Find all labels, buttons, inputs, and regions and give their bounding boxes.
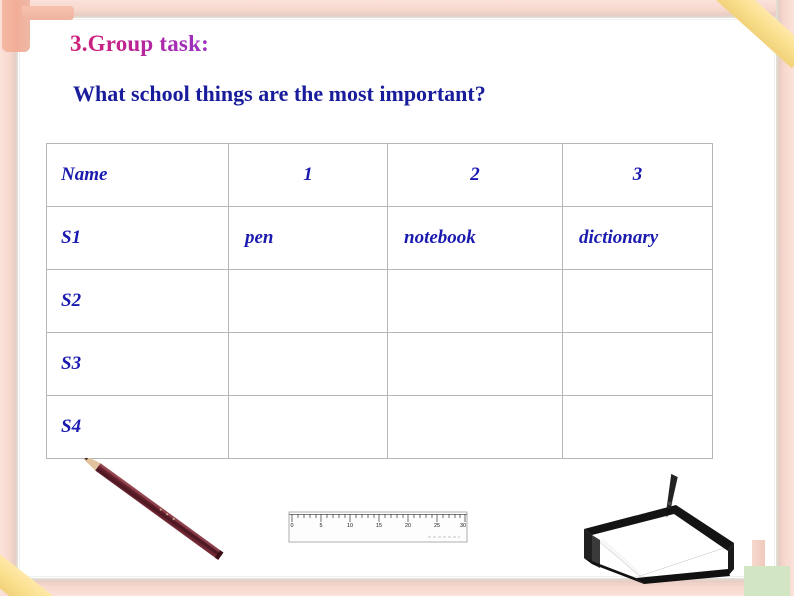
corner-accent-bottom-right xyxy=(744,566,790,596)
table-header-2: 2 xyxy=(387,143,563,207)
page-subtitle: What school things are the most importan… xyxy=(73,81,486,106)
table-row: S1 pen notebook dictionary xyxy=(46,206,713,270)
ruler-tick-0: 0 xyxy=(291,523,294,529)
table-row: S3 xyxy=(46,332,713,396)
frame-band-right xyxy=(776,0,794,596)
group-task-table: Name 1 2 3 S1 pen notebook dictionary S2… xyxy=(46,143,713,459)
cell-s2-1[interactable] xyxy=(228,269,388,333)
ruler-tick-25: 25 xyxy=(434,523,440,529)
cell-s1-1[interactable]: pen xyxy=(228,206,388,270)
ruler-image: 0 5 10 15 20 25 30 xyxy=(288,506,468,550)
pencil-image xyxy=(62,455,252,568)
ruler-tick-10: 10 xyxy=(347,523,353,529)
ruler-tick-30: 30 xyxy=(460,523,466,529)
cell-s2-3[interactable] xyxy=(562,269,713,333)
table-header-name: Name xyxy=(46,143,229,207)
cell-s4-1[interactable] xyxy=(228,395,388,459)
corner-accent-top-left-arm xyxy=(22,6,74,20)
cell-s4-3[interactable] xyxy=(562,395,713,459)
cell-s4-2[interactable] xyxy=(387,395,563,459)
page-title: 3.Group task: xyxy=(70,31,209,56)
corner-accent-top-right xyxy=(708,0,794,69)
cell-s1-3[interactable]: dictionary xyxy=(562,206,713,270)
cell-s1-2[interactable]: notebook xyxy=(387,206,563,270)
ruler-tick-5: 5 xyxy=(320,523,323,529)
table-row: S4 xyxy=(46,395,713,459)
table-header-3: 3 xyxy=(562,143,713,207)
ruler-tick-20: 20 xyxy=(405,523,411,529)
row-label-s1: S1 xyxy=(46,206,229,270)
cell-s3-1[interactable] xyxy=(228,332,388,396)
slide-canvas: 3.Group task: What school things are the… xyxy=(0,0,794,596)
table-row: S2 xyxy=(46,269,713,333)
row-label-s2: S2 xyxy=(46,269,229,333)
clipboard-with-pen-image xyxy=(578,472,734,590)
cell-s2-2[interactable] xyxy=(387,269,563,333)
table-header-1: 1 xyxy=(228,143,388,207)
row-label-s4: S4 xyxy=(46,395,229,459)
cell-s3-2[interactable] xyxy=(387,332,563,396)
cell-s3-3[interactable] xyxy=(562,332,713,396)
table-header-row: Name 1 2 3 xyxy=(46,143,713,207)
row-label-s3: S3 xyxy=(46,332,229,396)
ruler-tick-15: 15 xyxy=(376,523,382,529)
frame-band-left xyxy=(0,0,18,596)
frame-band-top xyxy=(0,0,794,18)
